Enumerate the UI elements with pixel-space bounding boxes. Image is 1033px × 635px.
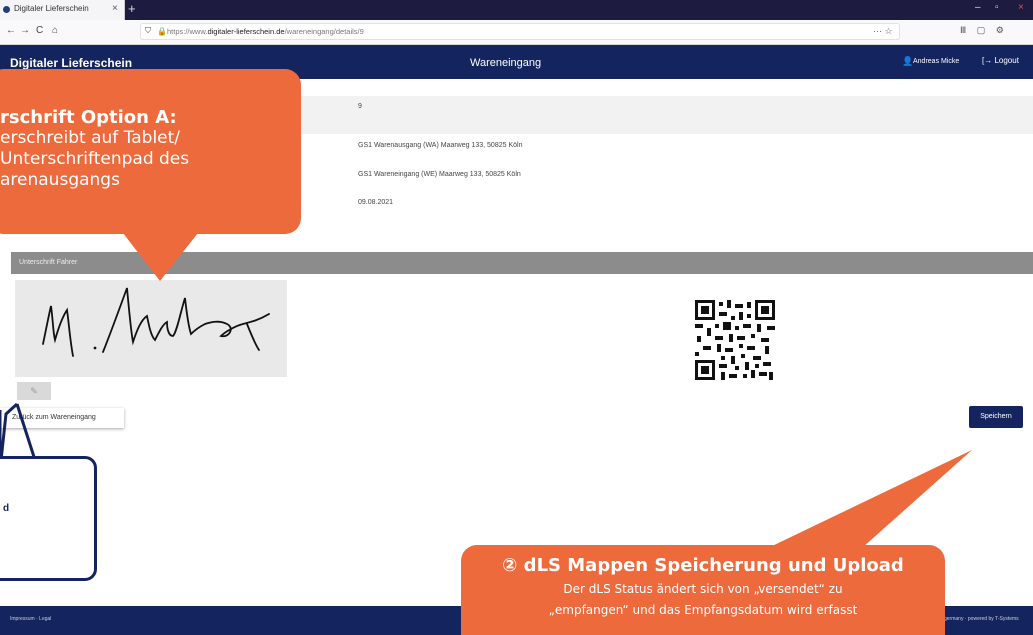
left-callout-text: d: [3, 503, 10, 514]
save-upload-callout: ② dLS Mappen Speicherung und Upload Der …: [461, 545, 945, 635]
left-outline-callout: d: [0, 456, 97, 581]
save-callout-pointer: [768, 450, 972, 548]
save-callout-heading: ② dLS Mappen Speicherung und Upload: [502, 555, 904, 576]
screen: Digitaler Lieferschein × + – ▫ × ← → C ⌂…: [0, 0, 1033, 635]
signature-callout-pointer: [123, 233, 198, 281]
save-callout-line-2: „empfangen“ und das Empfangsdatum wird e…: [548, 603, 858, 617]
save-callout-line-1: Der dLS Status ändert sich von „versende…: [563, 582, 843, 596]
callout-pointers: [0, 233, 972, 548]
